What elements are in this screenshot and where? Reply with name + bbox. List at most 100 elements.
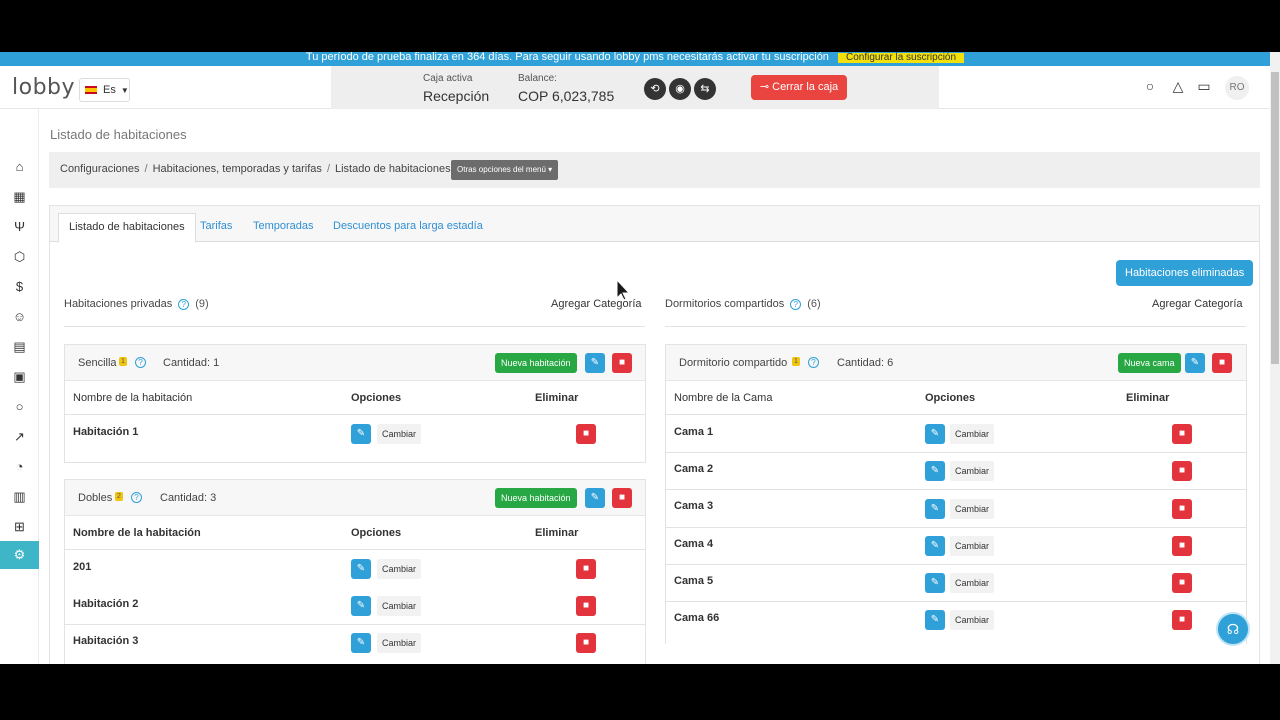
table-row-room-name: Habitación 2 <box>73 598 139 610</box>
trash-icon[interactable]: ■ <box>612 353 632 373</box>
eye-icon[interactable]: ◉ <box>669 78 691 100</box>
contacts-icon[interactable]: ▤ <box>0 333 39 361</box>
user-avatar[interactable]: RO <box>1225 76 1249 100</box>
tab-room-list[interactable]: Listado de habitaciones <box>58 213 196 243</box>
edit-icon[interactable]: ✎ <box>351 424 371 444</box>
add-category-button[interactable]: Agregar Categoría <box>1146 292 1249 316</box>
edit-icon[interactable]: ✎ <box>351 596 371 616</box>
history-icon[interactable]: ⟲ <box>644 78 666 100</box>
change-button[interactable]: Cambiar <box>950 610 995 630</box>
trash-icon[interactable]: ■ <box>1172 424 1192 444</box>
table-row-bed-name: Cama 2 <box>674 463 714 475</box>
table-row-bed-name: Cama 4 <box>674 538 714 550</box>
new-bed-button[interactable]: Nueva cama <box>1118 353 1181 373</box>
apps-icon[interactable]: ⊞ <box>0 513 39 541</box>
edit-icon[interactable]: ✎ <box>925 610 945 630</box>
category-name: Dormitorio compartido <box>679 357 788 369</box>
configure-subscription-button[interactable]: Configurar la suscripción <box>838 53 965 63</box>
calendar-icon[interactable]: ▦ <box>0 183 39 211</box>
column-header-room-name: Nombre de la habitación <box>73 527 201 539</box>
transfer-icon[interactable]: ⇆ <box>694 78 716 100</box>
edit-icon[interactable]: ✎ <box>351 559 371 579</box>
trash-icon[interactable]: ■ <box>1172 536 1192 556</box>
lobby-logo[interactable]: lobby <box>12 75 75 100</box>
row-divider <box>666 489 1246 490</box>
bell-icon[interactable]: △ <box>1168 78 1188 98</box>
scrollbar[interactable] <box>1270 52 1280 664</box>
edit-icon[interactable]: ✎ <box>925 573 945 593</box>
trash-icon[interactable]: ■ <box>1172 461 1192 481</box>
change-button[interactable]: Cambiar <box>377 633 422 653</box>
language-selector[interactable]: Es ▼ <box>79 78 130 102</box>
category-card-sencilla: Sencilla 1 ? Cantidad: 1 Nueva habitació… <box>64 344 646 463</box>
trash-icon[interactable]: ■ <box>1172 573 1192 593</box>
change-button[interactable]: Cambiar <box>950 573 995 593</box>
pie-chart-icon[interactable]: ◔ <box>0 453 39 481</box>
tab-rates[interactable]: Tarifas <box>200 220 232 232</box>
settings-icon[interactable]: ⚙ <box>0 541 39 569</box>
help-icon[interactable]: ? <box>131 492 142 503</box>
mouse-cursor-icon <box>616 279 630 301</box>
tab-long-stay-discounts[interactable]: Descuentos para larga estadía <box>333 220 483 232</box>
trash-icon[interactable]: ■ <box>1212 353 1232 373</box>
change-button[interactable]: Cambiar <box>377 596 422 616</box>
edit-icon[interactable]: ✎ <box>351 633 371 653</box>
row-divider <box>65 549 645 550</box>
help-icon[interactable]: ? <box>178 298 190 310</box>
chart-line-icon[interactable]: ↗ <box>0 423 39 451</box>
edit-icon[interactable]: ✎ <box>925 536 945 556</box>
change-button[interactable]: Cambiar <box>950 499 995 519</box>
edit-icon[interactable]: ✎ <box>925 461 945 481</box>
trash-icon[interactable]: ■ <box>576 633 596 653</box>
help-icon[interactable]: ? <box>790 298 802 310</box>
breadcrumb-item-rooms-seasons-rates[interactable]: Habitaciones, temporadas y tarifas <box>153 163 322 175</box>
users-icon[interactable]: ☺ <box>0 303 39 331</box>
invoice-icon[interactable]: ▥ <box>0 483 39 511</box>
trash-icon[interactable]: ■ <box>576 596 596 616</box>
key-icon: ⊸ <box>759 81 773 93</box>
rooms-panel: Listado de habitaciones Tarifas Temporad… <box>49 205 1260 664</box>
restaurant-icon[interactable]: Ψ <box>0 213 39 241</box>
category-badge: 2 <box>115 492 123 501</box>
table-row-room-name: 201 <box>73 561 92 573</box>
scrollbar-thumb[interactable] <box>1271 72 1279 364</box>
trash-icon[interactable]: ■ <box>1172 610 1192 630</box>
edit-icon[interactable]: ✎ <box>1185 353 1205 373</box>
close-cashbox-button[interactable]: ⊸ Cerrar la caja <box>751 75 847 100</box>
trash-icon[interactable]: ■ <box>1172 499 1192 519</box>
change-button[interactable]: Cambiar <box>950 424 995 444</box>
help-icon[interactable]: ? <box>808 357 819 368</box>
box-icon[interactable]: ⬡ <box>0 243 39 271</box>
search-icon[interactable]: ○ <box>1140 78 1160 98</box>
private-rooms-count: (9) <box>195 298 209 310</box>
edit-icon[interactable]: ✎ <box>925 499 945 519</box>
deleted-rooms-button[interactable]: Habitaciones eliminadas <box>1116 260 1254 286</box>
clipboard-icon[interactable]: ▣ <box>0 363 39 391</box>
change-button[interactable]: Cambiar <box>950 536 995 556</box>
change-button[interactable]: Cambiar <box>950 461 995 481</box>
home-icon[interactable]: ⌂ <box>0 153 39 181</box>
tab-seasons[interactable]: Temporadas <box>253 220 314 232</box>
help-icon[interactable]: ? <box>135 357 146 368</box>
table-row-room-name: Habitación 3 <box>73 635 139 647</box>
shared-dorms-title: Dormitorios compartidos <box>665 298 785 310</box>
other-menu-options-dropdown[interactable]: Otras opciones del menú ▾ <box>451 160 559 180</box>
breadcrumb-item-settings[interactable]: Configuraciones <box>60 163 140 175</box>
support-chat-icon[interactable]: ☊ <box>1216 612 1250 646</box>
balance-value: COP 6,023,785 <box>518 88 615 104</box>
edit-icon[interactable]: ✎ <box>585 488 605 508</box>
new-room-button[interactable]: Nueva habitación <box>495 488 577 508</box>
chat-icon[interactable]: ▭ <box>1194 78 1214 98</box>
search-nav-icon[interactable]: ○ <box>0 393 39 421</box>
change-button[interactable]: Cambiar <box>377 559 422 579</box>
edit-icon[interactable]: ✎ <box>585 353 605 373</box>
money-icon[interactable]: $ <box>0 273 39 301</box>
trash-icon[interactable]: ■ <box>576 559 596 579</box>
table-row-room-name: Habitación 1 <box>73 426 139 438</box>
new-room-button[interactable]: Nueva habitación <box>495 353 577 373</box>
trash-icon[interactable]: ■ <box>612 488 632 508</box>
add-category-button[interactable]: Agregar Categoría <box>545 292 648 316</box>
change-button[interactable]: Cambiar <box>377 424 422 444</box>
trash-icon[interactable]: ■ <box>576 424 596 444</box>
edit-icon[interactable]: ✎ <box>925 424 945 444</box>
